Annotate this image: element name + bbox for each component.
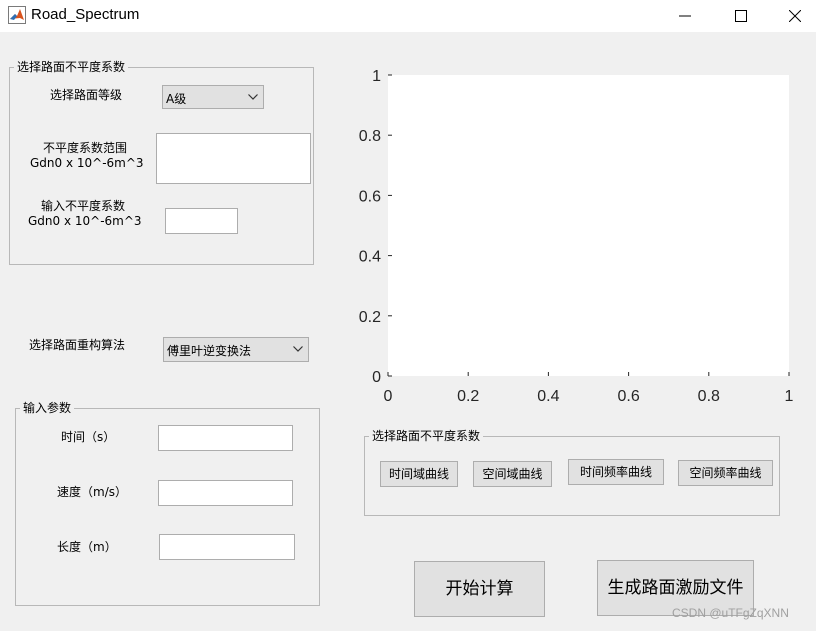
time-input[interactable] (158, 425, 293, 451)
coefficient-input[interactable] (165, 208, 238, 234)
length-label: 长度（m） (57, 540, 117, 554)
speed-label: 速度（m/s） (57, 485, 127, 499)
time-label: 时间（s） (61, 430, 116, 444)
curves-panel-title: 选择路面不平度系数 (369, 429, 484, 443)
range-display (156, 133, 311, 184)
x-tick-label: 1 (785, 388, 794, 405)
close-button[interactable] (772, 0, 816, 32)
input-coeff-label-line2: Gdn0 x 10^-6m^3 (28, 214, 142, 228)
parameters-panel-title: 输入参数 (20, 401, 75, 415)
y-tick-label: 0.2 (359, 309, 381, 326)
y-tick-label: 0.6 (359, 188, 381, 205)
x-tick-label: 0.8 (698, 388, 720, 405)
range-label-line2: Gdn0 x 10^-6m^3 (30, 156, 144, 170)
x-tick-label: 0.2 (457, 388, 479, 405)
range-label-line1: 不平度系数范围 (42, 141, 127, 155)
y-tick-label: 0.8 (359, 128, 381, 145)
grade-label: 选择路面等级 (50, 88, 123, 102)
time-domain-curve-button[interactable]: 时间域曲线 (380, 461, 458, 487)
maximize-icon (735, 10, 747, 22)
plot-axes: 0 0.2 0.4 0.6 0.8 1 0 0.2 0.4 0.6 0.8 1 (359, 68, 794, 405)
chevron-down-icon (293, 346, 303, 352)
space-domain-curve-button[interactable]: 空间域曲线 (473, 461, 552, 487)
y-tick-label: 1 (372, 68, 381, 85)
axes-area (388, 75, 789, 376)
time-frequency-curve-button[interactable]: 时间频率曲线 (568, 459, 664, 485)
x-tick-label: 0.6 (617, 388, 639, 405)
maximize-button[interactable] (718, 0, 764, 32)
y-tick-label: 0 (372, 369, 381, 386)
window-titlebar: Road_Spectrum (0, 0, 816, 32)
y-tick-label: 0.4 (359, 249, 381, 266)
watermark: CSDN @uTFgZqXNN (672, 606, 789, 620)
window-title: Road_Spectrum (31, 6, 140, 23)
input-coeff-label-line1: 输入不平度系数 (40, 199, 125, 213)
speed-input[interactable] (158, 480, 293, 506)
algorithm-select-value: 傅里叶逆变换法 (167, 344, 252, 358)
coefficient-panel-title: 选择路面不平度系数 (14, 60, 129, 74)
length-input[interactable] (159, 534, 295, 560)
algorithm-label: 选择路面重构算法 (29, 338, 126, 352)
x-tick-label: 0 (384, 388, 393, 405)
x-tick-label: 0.4 (537, 388, 559, 405)
grade-select[interactable]: A级 (162, 85, 264, 109)
minimize-icon (679, 15, 691, 17)
start-calculation-button[interactable]: 开始计算 (414, 561, 545, 617)
grade-select-value: A级 (166, 92, 187, 106)
matlab-icon (8, 6, 26, 24)
minimize-button[interactable] (662, 0, 708, 32)
algorithm-select[interactable]: 傅里叶逆变换法 (163, 337, 309, 362)
close-icon (789, 10, 801, 22)
space-frequency-curve-button[interactable]: 空间频率曲线 (678, 460, 773, 486)
chevron-down-icon (248, 94, 258, 100)
